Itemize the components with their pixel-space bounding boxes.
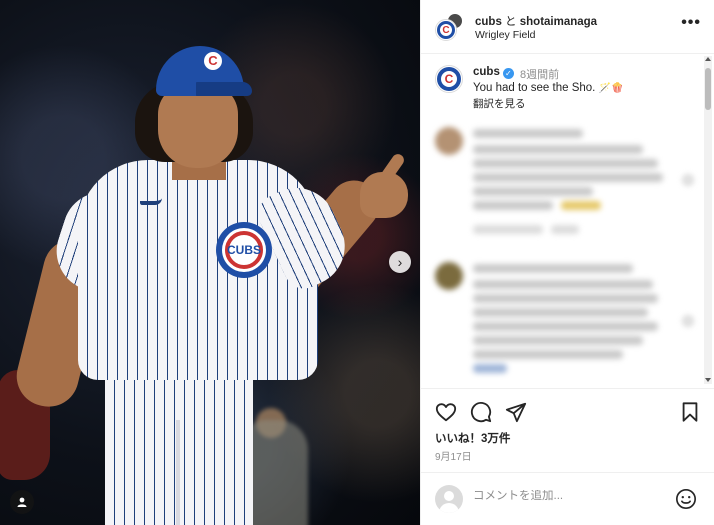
scroll-thumb[interactable] bbox=[705, 68, 711, 110]
tagged-users-button[interactable] bbox=[10, 490, 34, 514]
blurred-avatar bbox=[435, 127, 463, 155]
emoji-icon[interactable] bbox=[675, 488, 697, 510]
post-photo[interactable]: CUBS C › bbox=[0, 0, 420, 525]
more-icon[interactable]: ••• bbox=[681, 14, 701, 32]
blurred-line bbox=[473, 350, 623, 359]
right-hand bbox=[360, 172, 408, 218]
caption-username[interactable]: cubs ✓ bbox=[473, 66, 514, 79]
instagram-post: CUBS C › C cubs と shotaimanaga Wrigley F… bbox=[0, 0, 714, 525]
blurred-line bbox=[473, 322, 658, 331]
scroll-down-arrow[interactable] bbox=[705, 378, 711, 382]
heart-icon[interactable] bbox=[435, 401, 457, 423]
post-header: C cubs と shotaimanaga Wrigley Field ••• bbox=[421, 0, 714, 54]
nike-swoosh bbox=[140, 198, 162, 205]
add-comment-bar bbox=[421, 472, 714, 525]
blurred-line bbox=[473, 145, 643, 154]
blurred-line bbox=[473, 187, 593, 196]
next-photo-button[interactable]: › bbox=[389, 251, 411, 273]
post-sidebar: C cubs と shotaimanaga Wrigley Field ••• … bbox=[420, 0, 714, 525]
author-connector: と bbox=[505, 16, 517, 28]
pants-seam bbox=[176, 420, 180, 525]
scroll-up-arrow[interactable] bbox=[705, 57, 711, 61]
blurred-emoji bbox=[473, 364, 507, 373]
caption-username-text[interactable]: cubs bbox=[473, 66, 500, 78]
blurred-line bbox=[473, 308, 648, 317]
post-date[interactable]: 9月17日 bbox=[435, 448, 472, 463]
current-user-avatar[interactable] bbox=[435, 485, 463, 513]
blurred-emoji bbox=[561, 201, 601, 210]
verified-badge-icon: ✓ bbox=[502, 68, 514, 79]
blurred-comment bbox=[421, 260, 714, 385]
face bbox=[158, 84, 238, 168]
blurred-meta bbox=[473, 225, 543, 234]
cap-logo: C bbox=[204, 52, 222, 70]
post-authors: cubs と shotaimanaga bbox=[475, 13, 597, 29]
author-cubs-link[interactable]: cubs bbox=[475, 16, 502, 28]
blurred-line bbox=[473, 159, 658, 168]
bookmark-icon[interactable] bbox=[679, 401, 701, 423]
blurred-meta bbox=[551, 225, 579, 234]
pitcher-figure: CUBS C bbox=[0, 0, 420, 525]
blurred-line bbox=[473, 201, 553, 210]
share-icon[interactable] bbox=[505, 401, 527, 423]
comment-icon[interactable] bbox=[470, 401, 492, 423]
caption-emoji: 🪄🍿 bbox=[598, 83, 624, 94]
comment-heart-icon[interactable] bbox=[683, 316, 693, 326]
comments-scrollbar[interactable] bbox=[704, 56, 712, 384]
caption-text: You had to see the Sho. 🪄🍿 bbox=[473, 82, 623, 94]
caption-body: You had to see the Sho. bbox=[473, 82, 596, 94]
blurred-line bbox=[473, 264, 633, 273]
cubs-avatar[interactable]: C bbox=[435, 19, 457, 41]
blurred-avatar bbox=[435, 262, 463, 290]
blurred-line bbox=[473, 173, 663, 182]
blurred-comment bbox=[421, 125, 714, 245]
translate-link[interactable]: 翻訳を見る bbox=[473, 96, 526, 111]
blurred-line bbox=[473, 129, 583, 138]
cubs-jersey-logo: CUBS bbox=[216, 222, 272, 278]
comment-heart-icon[interactable] bbox=[683, 175, 693, 185]
location-link[interactable]: Wrigley Field bbox=[475, 29, 536, 41]
comment-input[interactable] bbox=[473, 490, 663, 502]
cap-brim bbox=[196, 82, 252, 96]
blurred-line bbox=[473, 294, 658, 303]
author-shotaimanaga-link[interactable]: shotaimanaga bbox=[520, 16, 597, 28]
blurred-line bbox=[473, 280, 653, 289]
blurred-line bbox=[473, 336, 643, 345]
like-count[interactable]: いいね！3万件 bbox=[435, 430, 510, 446]
user-tag-icon bbox=[17, 497, 27, 507]
caption-avatar[interactable]: C bbox=[435, 65, 463, 93]
caption-time[interactable]: 8週間前 bbox=[520, 66, 559, 82]
cubs-logo-text: CUBS bbox=[227, 243, 262, 257]
chevron-right-icon: › bbox=[397, 254, 403, 270]
comments-list[interactable]: C cubs ✓ 8週間前 You had to see the Sho. 🪄🍿 … bbox=[421, 55, 714, 385]
